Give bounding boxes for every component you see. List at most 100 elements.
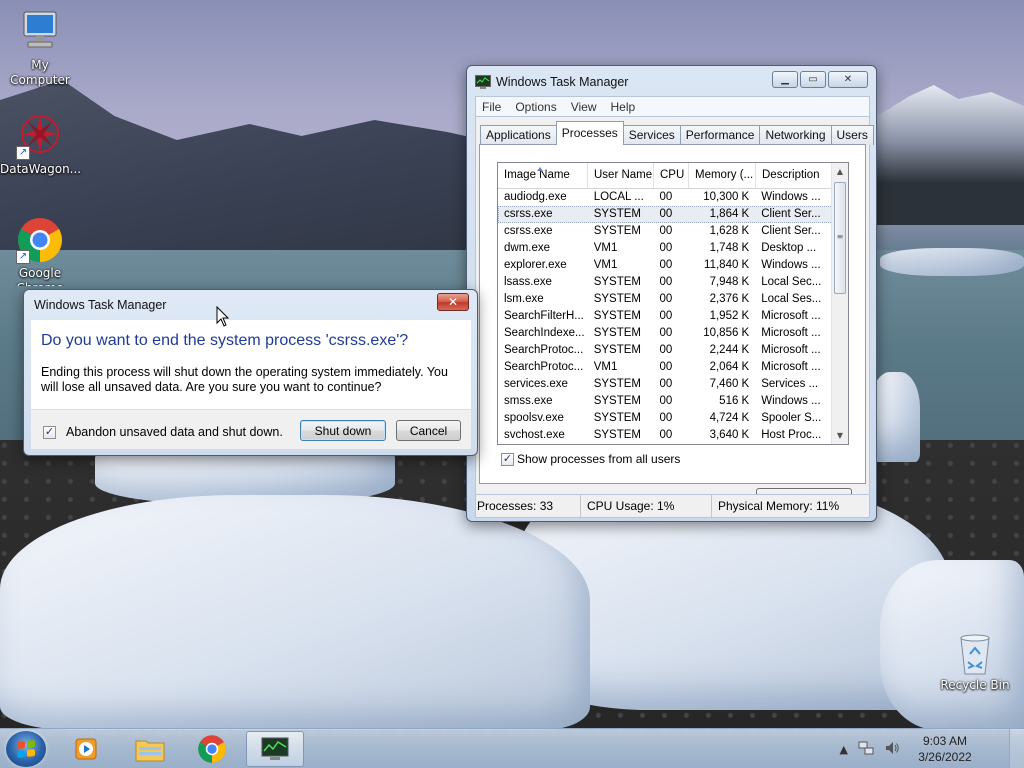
process-row[interactable]: SearchFilterH... SYSTEM 00 1,952 K Microsoft… [498, 308, 833, 325]
show-all-processes-checkbox[interactable]: ✓ [501, 452, 514, 466]
taskbar-chrome[interactable] [183, 731, 241, 767]
dialog-title: Windows Task Manager [34, 298, 167, 312]
process-row[interactable]: lsass.exe SYSTEM 00 7,948 K Local Sec... [498, 274, 833, 291]
recycle-bin-icon [955, 632, 995, 676]
menu-view[interactable]: View [571, 100, 605, 114]
show-all-processes-label: Show processes from all users [517, 452, 681, 466]
close-icon: ✕ [843, 73, 853, 85]
process-row[interactable]: dwm.exe VM1 00 1,748 K Desktop ... [498, 240, 833, 257]
tab-applications[interactable]: Applications [480, 125, 557, 145]
menu-file[interactable]: File [482, 100, 509, 114]
menu-options[interactable]: Options [515, 100, 564, 114]
tab-performance[interactable]: Performance [679, 125, 761, 145]
process-description: Spooler S... [761, 412, 822, 424]
network-icon[interactable] [858, 740, 874, 759]
process-description: Microsoft ... [761, 327, 821, 339]
process-row[interactable]: lsm.exe SYSTEM 00 2,376 K Local Ses... [498, 291, 833, 308]
tab-strip: Applications Processes Services Performa… [480, 121, 874, 145]
task-manager-body: Applications Processes Services Performa… [475, 116, 874, 514]
minimize-button[interactable]: ▁ [772, 70, 798, 88]
windows-media-player-icon [75, 738, 97, 760]
chrome-icon [198, 735, 226, 763]
show-desktop-button[interactable] [1009, 729, 1024, 768]
process-cpu: 00 [659, 412, 673, 424]
volume-icon[interactable] [884, 740, 900, 759]
process-row[interactable]: explorer.exe VM1 00 11,840 K Windows ... [498, 257, 833, 274]
maximize-button[interactable]: ▭ [800, 70, 826, 88]
process-row[interactable]: svchost.exe SYSTEM 00 3,640 K Host Proc... [498, 427, 833, 444]
tab-services[interactable]: Services [622, 125, 681, 145]
tab-networking[interactable]: Networking [759, 125, 832, 145]
task-manager-window[interactable]: Windows Task Manager ▁ ▭ ✕ File Options … [466, 65, 877, 522]
abandon-data-checkbox[interactable]: ✓ [43, 425, 56, 439]
scroll-down-icon[interactable]: ▼ [832, 427, 848, 444]
dialog-close-button[interactable]: ✕ [437, 293, 469, 311]
system-tray: ▲ 9:03 AM 3/26/2022 [840, 729, 980, 768]
desktop-icon-datawagon[interactable]: ↗ DataWagon... [0, 112, 81, 177]
process-cpu: 00 [659, 225, 673, 237]
process-row[interactable]: audiodg.exe LOCAL ... 00 10,300 K Windows ..… [498, 189, 833, 206]
abandon-data-option[interactable]: ✓ Abandon unsaved data and shut down. [43, 425, 283, 439]
taskbar-task-manager[interactable] [246, 731, 304, 767]
menu-help[interactable]: Help [611, 100, 644, 114]
process-row[interactable]: csrss.exe SYSTEM 00 1,628 K Client Ser... [498, 223, 833, 240]
task-manager-icon [475, 75, 491, 89]
process-row[interactable]: csrss.exe SYSTEM 00 1,864 K Client Ser... [498, 206, 833, 223]
process-row[interactable]: spoolsv.exe SYSTEM 00 4,724 K Spooler S... [498, 410, 833, 427]
dialog-titlebar[interactable]: Windows Task Manager ✕ [24, 290, 477, 320]
process-row[interactable]: smss.exe SYSTEM 00 516 K Windows ... [498, 393, 833, 410]
desktop-icon-my-computer[interactable]: My Computer [0, 8, 80, 88]
process-user-name: SYSTEM [593, 327, 642, 339]
menu-bar: File Options View Help [475, 96, 870, 116]
process-user-name: SYSTEM [593, 395, 642, 407]
column-image-name[interactable]: Image Name [498, 163, 588, 188]
scrollbar-thumb[interactable]: ≡ [834, 182, 846, 294]
wallpaper-ice [0, 495, 590, 730]
process-user-name: SYSTEM [593, 208, 642, 220]
taskbar-windows-explorer[interactable] [121, 731, 179, 767]
show-all-processes-option[interactable]: ✓ Show processes from all users [501, 452, 680, 466]
process-image-name: lsm.exe [504, 293, 544, 305]
status-processes: Processes: 33 [476, 495, 581, 517]
taskbar-media-player[interactable] [58, 731, 116, 767]
cancel-button[interactable]: Cancel [396, 420, 461, 441]
taskbar-clock[interactable]: 9:03 AM 3/26/2022 [910, 733, 980, 765]
task-manager-titlebar[interactable]: Windows Task Manager ▁ ▭ ✕ [467, 66, 876, 98]
shut-down-button[interactable]: Shut down [300, 420, 386, 441]
process-row[interactable]: SearchProtoc... SYSTEM 00 2,244 K Microsoft … [498, 342, 833, 359]
process-description: Local Sec... [761, 276, 822, 288]
desktop-icon-recycle-bin[interactable]: Recycle Bin [935, 632, 1015, 693]
process-user-name: SYSTEM [593, 225, 642, 237]
process-image-name: audiodg.exe [504, 191, 567, 203]
desktop-icon-google-chrome[interactable]: ↗ Google Chrome [0, 216, 80, 286]
process-list-header: Image Name User Name CPU Memory (... Des… [498, 163, 848, 189]
process-row[interactable]: SearchProtoc... VM1 00 2,064 K Microsoft ... [498, 359, 833, 376]
scroll-up-icon[interactable]: ▲ [832, 163, 848, 180]
column-user-name[interactable]: User Name [588, 163, 654, 188]
column-memory[interactable]: Memory (... [689, 163, 756, 188]
process-memory: 1,748 K [709, 242, 750, 254]
process-image-name: csrss.exe [504, 225, 553, 237]
process-user-name: SYSTEM [593, 276, 642, 288]
tray-expand-icon[interactable]: ▲ [840, 743, 848, 756]
process-memory: 2,244 K [709, 344, 750, 356]
process-row[interactable]: SearchIndexe... SYSTEM 00 10,856 K Microsoft… [498, 325, 833, 342]
start-button[interactable] [6, 731, 46, 767]
process-list-scrollbar[interactable]: ▲ ≡ ▼ [831, 163, 848, 444]
column-cpu[interactable]: CPU [654, 163, 689, 188]
process-image-name: smss.exe [504, 395, 553, 407]
tab-processes[interactable]: Processes [555, 121, 624, 145]
process-row[interactable]: services.exe SYSTEM 00 7,460 K Services ... [498, 376, 833, 393]
tab-users[interactable]: Users [830, 125, 874, 145]
minimize-icon: ▁ [781, 73, 789, 85]
process-user-name: SYSTEM [593, 378, 642, 390]
column-description[interactable]: Description [756, 163, 834, 188]
close-button[interactable]: ✕ [828, 70, 868, 88]
process-list[interactable]: Image Name User Name CPU Memory (... Des… [497, 162, 849, 445]
end-process-dialog[interactable]: Windows Task Manager ✕ Do you want to en… [23, 289, 478, 456]
dialog-content: Do you want to end the system process 'c… [31, 320, 471, 409]
process-image-name: SearchProtoc... [504, 344, 584, 356]
clock-time: 9:03 AM [922, 734, 968, 748]
process-image-name: SearchIndexe... [504, 327, 585, 339]
process-description: Client Ser... [761, 208, 821, 220]
